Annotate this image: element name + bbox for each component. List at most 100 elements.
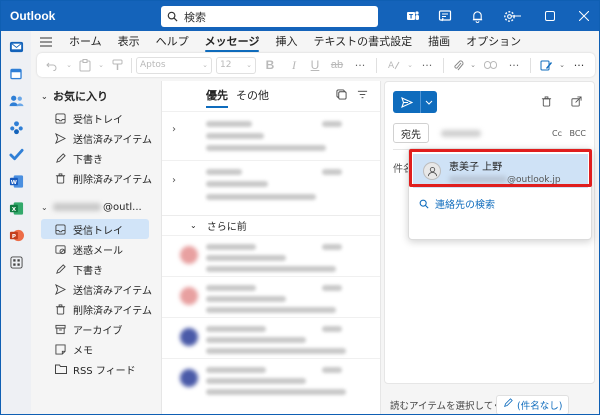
menu-help[interactable]: ヘルプ <box>148 31 197 53</box>
folder-notes[interactable]: メモ <box>31 339 161 359</box>
rail-excel[interactable]: X <box>1 195 31 222</box>
bell-icon[interactable] <box>461 1 493 31</box>
list-item[interactable] <box>162 358 380 399</box>
italic-button[interactable]: I <box>284 53 304 77</box>
undo-icon <box>46 62 57 71</box>
account-suffix: @outl... <box>103 201 142 213</box>
rail-more-apps[interactable] <box>1 249 31 276</box>
word-icon: W <box>9 175 23 188</box>
search-icon <box>167 11 178 22</box>
fav-deleted[interactable]: 削除済みアイテム <box>31 168 161 188</box>
rail-mail[interactable] <box>1 33 31 60</box>
menu-message[interactable]: メッセージ <box>197 31 268 53</box>
undo-dropdown[interactable]: ⌄ <box>63 53 75 77</box>
menu-format-text[interactable]: テキストの書式設定 <box>305 31 420 53</box>
fav-inbox[interactable]: 受信トレイ <box>31 108 161 128</box>
menu-view[interactable]: 表示 <box>110 31 148 53</box>
select-mode-icon[interactable] <box>336 89 347 103</box>
pop-out-icon[interactable] <box>571 96 582 110</box>
fav-drafts[interactable]: 下書き <box>31 148 161 168</box>
menu-options[interactable]: オプション <box>458 31 529 53</box>
rail-groups[interactable] <box>1 114 31 141</box>
chevron-down-icon: ⌄ <box>470 61 476 69</box>
list-item[interactable] <box>162 317 380 358</box>
hamburger-button[interactable] <box>31 37 61 47</box>
search-input[interactable]: 検索 <box>161 6 378 27</box>
reading-pane-tab[interactable]: 読むアイテムを選択してく... <box>384 393 496 414</box>
favorites-header[interactable]: ⌄ お気に入り <box>31 84 161 108</box>
window-controls <box>499 1 599 31</box>
folder-label: 受信トレイ <box>73 225 123 237</box>
send-button[interactable] <box>393 91 421 113</box>
bold-button[interactable]: B <box>256 53 284 77</box>
font-size-select[interactable]: 12 ⌄ <box>216 56 256 74</box>
list-item[interactable] <box>162 276 380 317</box>
folder-sent[interactable]: 送信済みアイテム <box>31 279 161 299</box>
undo-button[interactable] <box>41 53 63 77</box>
folder-junk[interactable]: 迷惑メール <box>31 239 161 259</box>
styles-button[interactable]: A <box>381 53 405 77</box>
tab-other[interactable]: その他 <box>236 81 269 111</box>
more-icon: ··· <box>421 58 433 72</box>
maximize-button[interactable] <box>533 1 567 31</box>
svg-text:X: X <box>11 207 16 213</box>
format-painter-button[interactable] <box>107 53 127 77</box>
folder-deleted[interactable]: 削除済みアイテム <box>31 299 161 319</box>
fav-sent[interactable]: 送信済みアイテム <box>31 128 161 148</box>
menu-home[interactable]: ホーム <box>61 31 110 53</box>
more-insert-button[interactable]: ··· <box>502 53 526 77</box>
menu-insert[interactable]: 挿入 <box>267 31 305 53</box>
people-icon <box>9 95 23 106</box>
link-button[interactable] <box>478 53 502 77</box>
folder-inbox[interactable]: 受信トレイ <box>41 219 149 239</box>
chevron-down-icon: ⌄ <box>202 61 208 69</box>
list-item[interactable]: › <box>162 111 380 160</box>
list-item[interactable] <box>162 235 380 276</box>
paste-button[interactable] <box>75 53 95 77</box>
cc-button[interactable]: Cc <box>552 129 562 138</box>
notes-icon[interactable] <box>429 1 461 31</box>
list-item[interactable]: › <box>162 160 380 215</box>
font-name-select[interactable]: Aptos ⌄ <box>136 56 212 74</box>
close-button[interactable] <box>567 1 599 31</box>
rail-calendar[interactable] <box>1 60 31 87</box>
sign-dropdown[interactable]: ⌄ <box>557 53 567 77</box>
rail-word[interactable]: W <box>1 168 31 195</box>
folder-drafts[interactable]: 下書き <box>31 259 161 279</box>
paste-dropdown[interactable]: ⌄ <box>95 53 107 77</box>
send-dropdown[interactable] <box>421 91 437 113</box>
more-format-button[interactable]: ··· <box>348 53 372 77</box>
groups-icon <box>9 121 23 135</box>
search-placeholder: 検索 <box>184 10 206 24</box>
teams-icon[interactable]: T <box>397 1 429 31</box>
more-options-button[interactable]: ··· <box>567 53 591 77</box>
to-button[interactable]: 宛先 <box>393 123 429 143</box>
rail-people[interactable] <box>1 87 31 114</box>
search-icon <box>419 199 429 209</box>
rail-powerpoint[interactable]: P <box>1 222 31 249</box>
send-button-group <box>393 91 437 113</box>
sign-button[interactable] <box>535 53 557 77</box>
menu-draw[interactable]: 描画 <box>420 31 458 53</box>
account-header[interactable]: ⌄ @outl... <box>31 195 161 219</box>
folder-label: 送信済みアイテム <box>73 285 152 297</box>
filter-icon[interactable] <box>357 89 368 103</box>
more-styles-button[interactable]: ··· <box>415 53 439 77</box>
search-contacts-link[interactable]: 連絡先の検索 <box>419 196 495 211</box>
discard-icon[interactable] <box>541 96 552 110</box>
attach-dropdown[interactable]: ⌄ <box>468 53 478 77</box>
folder-archive[interactable]: アーカイブ <box>31 319 161 339</box>
bcc-button[interactable]: BCC <box>569 129 586 138</box>
rail-todo[interactable] <box>1 141 31 168</box>
recipient-suggestions: 恵美子 上野 @outlook.jp 連絡先の検索 <box>408 148 592 240</box>
avatar <box>180 369 198 387</box>
folder-rss[interactable]: RSS フィード <box>31 359 161 379</box>
strikethrough-button[interactable]: ab <box>326 53 348 77</box>
group-header-older[interactable]: ⌄ さらに前 <box>162 215 380 235</box>
draft-tab[interactable]: (件名なし) <box>496 394 570 414</box>
minimize-button[interactable] <box>499 1 533 31</box>
tab-focused[interactable]: 優先 <box>206 81 228 111</box>
underline-button[interactable]: U <box>304 53 326 77</box>
styles-dropdown[interactable]: ⌄ <box>405 53 415 77</box>
attach-button[interactable] <box>448 53 468 77</box>
